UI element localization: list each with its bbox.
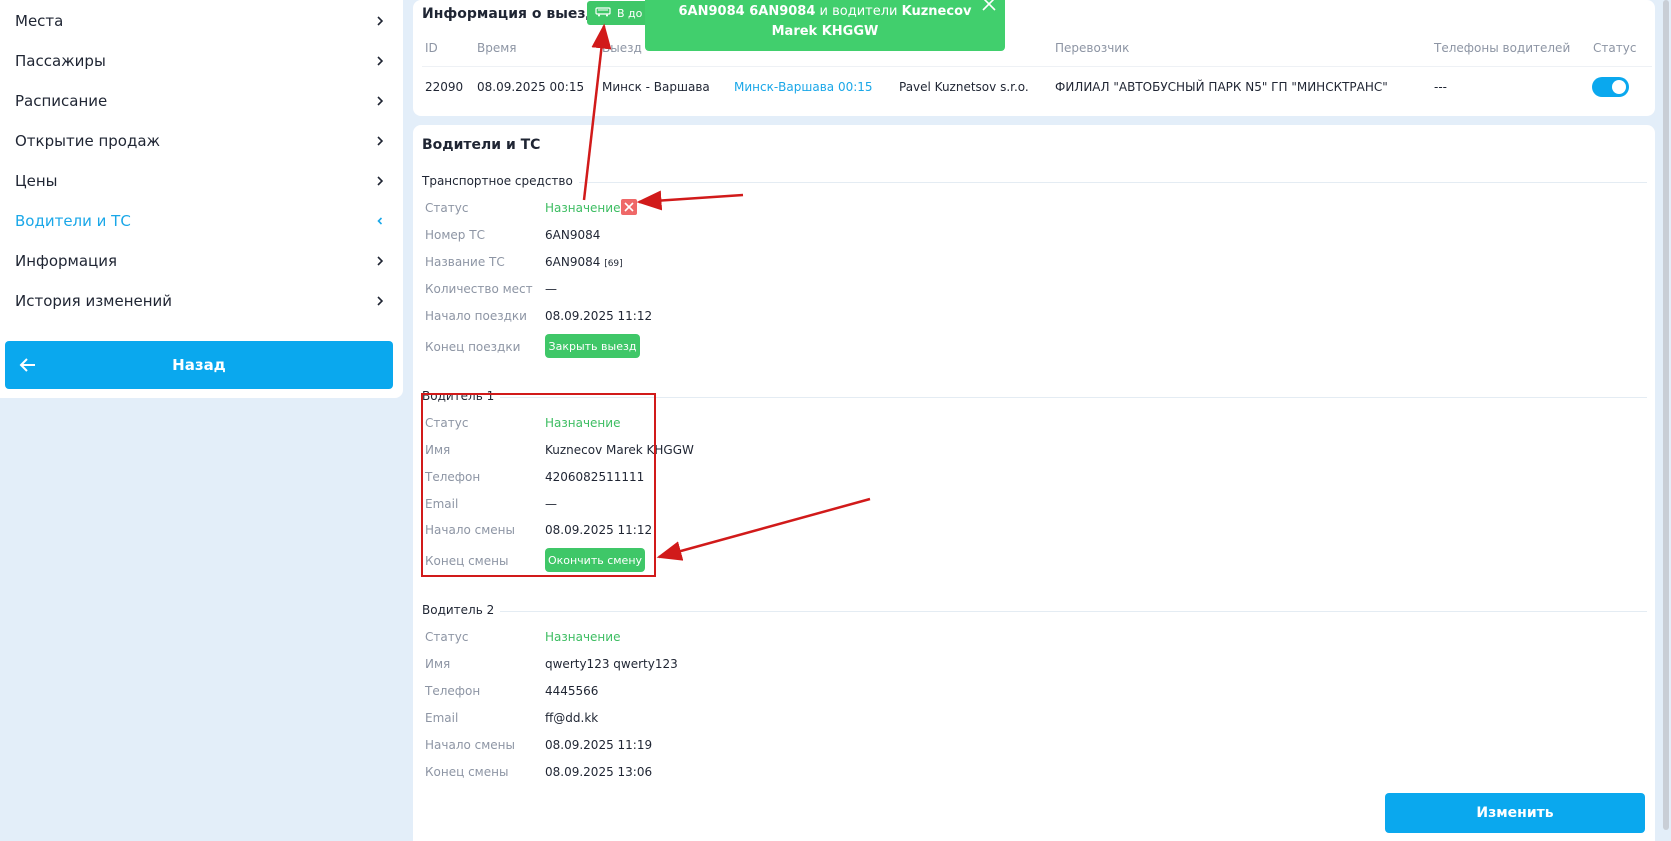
chevron-right-icon (375, 296, 385, 306)
cell-phones: --- (1434, 80, 1447, 94)
driver2-email-value: ff@dd.kk (545, 711, 599, 725)
sidebar-item-label: Пассажиры (15, 52, 106, 70)
driver2-section-title: Водитель 2 (422, 603, 501, 617)
sidebar-item-label: Водители и ТС (15, 212, 131, 230)
cell-exit: Минск - Варшава (602, 80, 710, 94)
driver2-shift-start-label: Начало смены (425, 738, 515, 752)
sidebar-item-label: Цены (15, 172, 58, 190)
sidebar-item-label: История изменений (15, 292, 173, 310)
section-divider (422, 611, 1647, 612)
column-header-exit: Выезд (602, 41, 642, 55)
chevron-right-icon (375, 16, 385, 26)
driver2-name-label: Имя (425, 657, 451, 671)
vehicle-seats-label: Количество мест (425, 282, 533, 296)
sidebar-item-prices[interactable]: Цены (15, 167, 385, 195)
back-button-label: Назад (172, 356, 226, 374)
back-button[interactable]: Назад (5, 341, 393, 389)
column-header-carrier: Перевозчик (1055, 41, 1130, 55)
exit-info-title: Информация о выезде (422, 6, 607, 22)
section-divider (422, 182, 1647, 183)
column-header-time: Время (477, 41, 517, 55)
sidebar-item-label: Расписание (15, 92, 108, 110)
sidebar-item-label: Места (15, 12, 64, 30)
vehicle-name-text: 6AN9084 (545, 255, 601, 269)
edit-button[interactable]: Изменить (1385, 793, 1645, 833)
vehicle-name-value: 6AN9084 [69] (545, 255, 623, 269)
cell-id: 22090 (425, 80, 464, 94)
sidebar-item-drivers-vehicles[interactable]: Водители и ТС (15, 207, 385, 235)
trip-start-label: Начало поездки (425, 309, 527, 323)
sidebar-item-seats[interactable]: Места (15, 7, 385, 35)
close-icon (624, 202, 634, 212)
vehicle-name-label: Название ТС (425, 255, 505, 269)
driver2-shift-end-value: 08.09.2025 13:06 (545, 765, 653, 779)
column-header-phones: Телефоны водителей (1434, 41, 1571, 55)
cell-time: 08.09.2025 00:15 (477, 80, 585, 94)
vehicle-section-title: Транспортное средство (422, 174, 579, 188)
driver2-shift-start-value: 08.09.2025 11:19 (545, 738, 653, 752)
driver2-name-value: qwerty123 qwerty123 (545, 657, 678, 671)
column-header-id: ID (425, 41, 438, 55)
chevron-right-icon (375, 176, 385, 186)
scrollbar[interactable] (1663, 0, 1669, 830)
close-exit-button[interactable]: Закрыть выезд (545, 334, 640, 358)
remove-vehicle-button[interactable] (621, 199, 637, 215)
chevron-left-icon (375, 216, 385, 226)
close-icon[interactable] (981, 0, 997, 12)
drivers-vehicles-title: Водители и ТС (422, 137, 541, 153)
vehicle-number-label: Номер ТС (425, 228, 485, 242)
annotation-highlight-box (421, 393, 656, 577)
trip-end-label: Конец поездки (425, 340, 521, 354)
table-divider (422, 66, 1652, 67)
cell-company: Pavel Kuznetsov s.r.o. (899, 80, 1029, 94)
status-toggle[interactable] (1592, 77, 1629, 97)
vehicle-seat-badge: [69] (604, 259, 623, 269)
success-toast: 6AN9084 6AN9084 и водители Kuznecov Mare… (645, 0, 1005, 51)
driver2-status-label: Статус (425, 630, 469, 644)
exit-action-label: В до (617, 6, 643, 20)
chevron-right-icon (375, 96, 385, 106)
vehicle-number-value: 6AN9084 (545, 228, 601, 242)
sidebar-item-schedule[interactable]: Расписание (15, 87, 385, 115)
toast-vehicle: 6AN9084 6AN9084 (678, 4, 816, 19)
trip-start-value: 08.09.2025 11:12 (545, 309, 653, 323)
chevron-right-icon (375, 256, 385, 266)
driver2-phone-label: Телефон (425, 684, 481, 698)
sidebar-item-label: Информация (15, 252, 118, 270)
vehicle-status-value: Назначение (545, 201, 621, 215)
arrow-left-icon (19, 356, 37, 374)
vehicle-seats-value: — (545, 282, 557, 296)
column-header-status: Статус (1593, 41, 1637, 55)
sidebar-item-label: Открытие продаж (15, 132, 161, 150)
cell-carrier: ФИЛИАЛ "АВТОБУСНЫЙ ПАРК N5" ГП "МИНСКТРА… (1055, 80, 1388, 94)
sidebar: Места Пассажиры Расписание Открытие прод… (0, 0, 403, 398)
route-link[interactable]: Минск-Варшава 00:15 (734, 80, 873, 94)
vehicle-status-label: Статус (425, 201, 469, 215)
driver2-phone-value: 4445566 (545, 684, 599, 698)
driver2-shift-end-label: Конец смены (425, 765, 509, 779)
sidebar-item-history[interactable]: История изменений (15, 287, 385, 315)
sidebar-item-info[interactable]: Информация (15, 247, 385, 275)
chevron-right-icon (375, 56, 385, 66)
sidebar-item-sales-opening[interactable]: Открытие продаж (15, 127, 385, 155)
driver2-status-value: Назначение (545, 630, 621, 644)
driver2-email-label: Email (425, 711, 459, 725)
toast-text: и водители (815, 4, 902, 19)
chevron-right-icon (375, 136, 385, 146)
sidebar-item-passengers[interactable]: Пассажиры (15, 47, 385, 75)
bus-icon (595, 6, 611, 20)
